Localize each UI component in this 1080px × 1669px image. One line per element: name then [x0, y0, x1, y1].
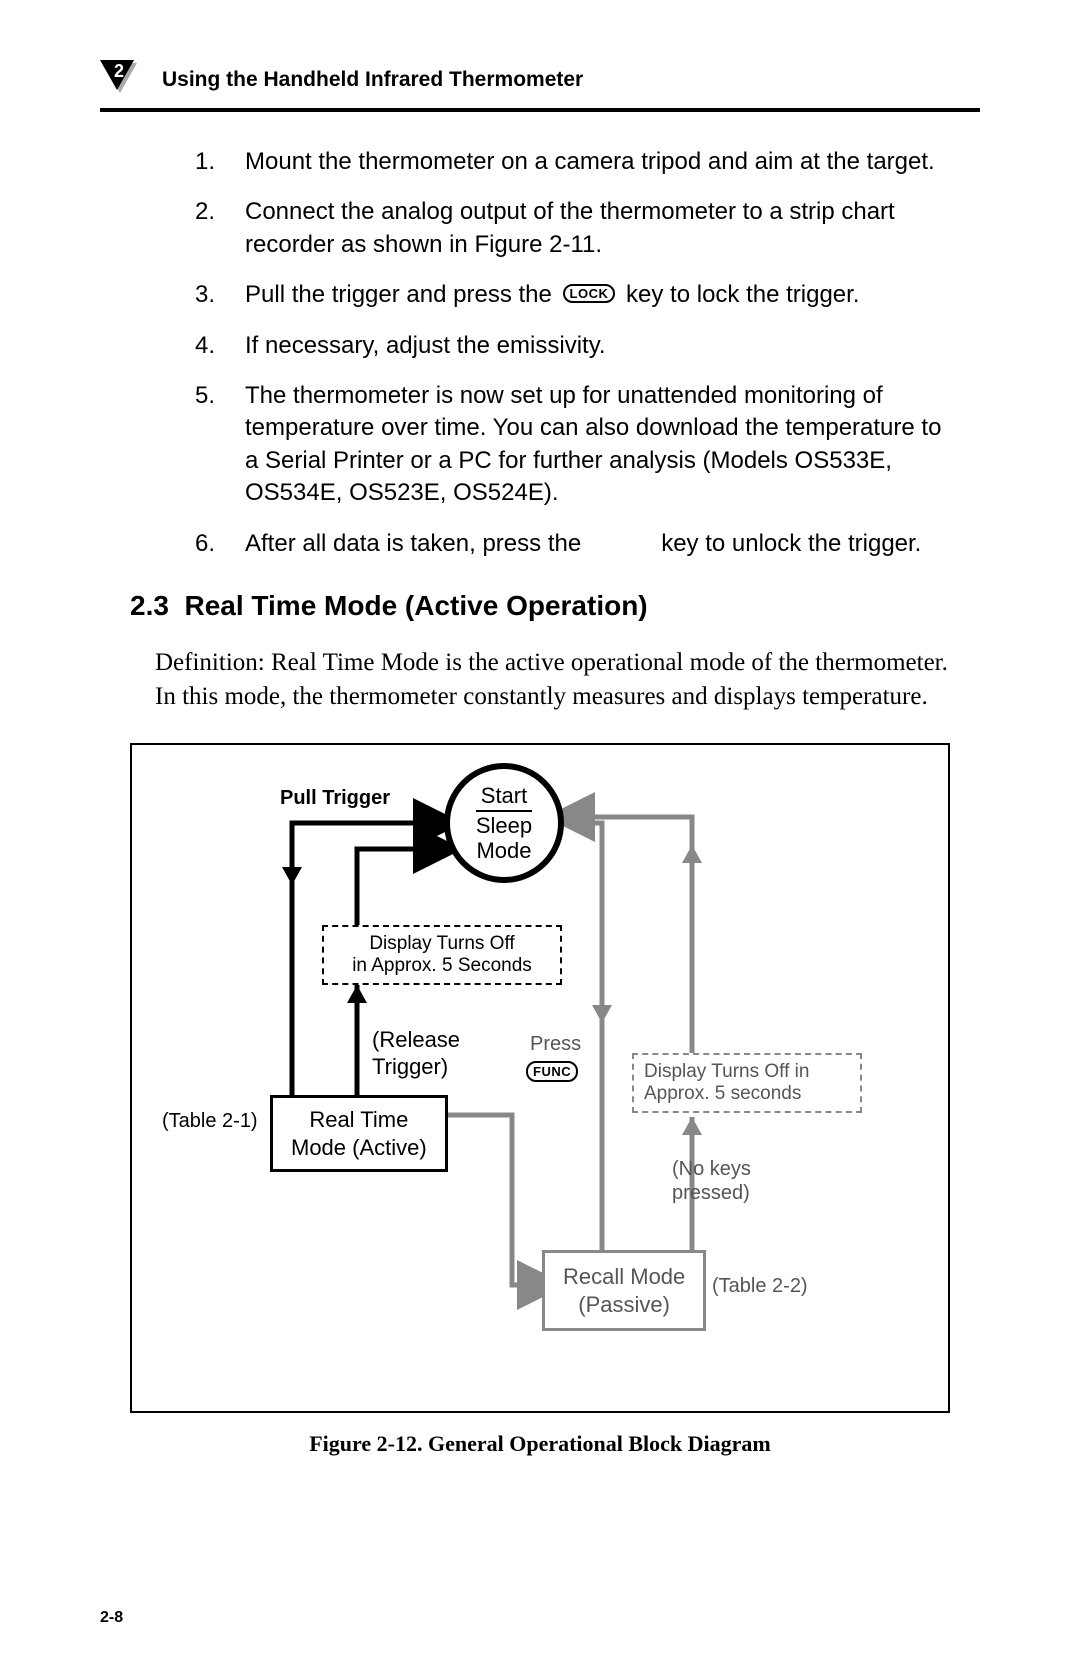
definition-paragraph: Definition: Real Time Mode is the active… — [155, 646, 950, 714]
page-header: 2 Using the Handheld Infrared Thermomete… — [100, 60, 980, 100]
dashed-box-display-off-1: Display Turns Off in Approx. 5 Seconds — [322, 925, 562, 985]
steps-list: 1. Mount the thermometer on a camera tri… — [195, 146, 960, 560]
figure-caption: Figure 2-12. General Operational Block D… — [100, 1431, 980, 1457]
chapter-title: Using the Handheld Infrared Thermometer — [162, 68, 583, 92]
label-no-keys-pressed: (No keys pressed) — [672, 1157, 751, 1205]
step-3: 3. Pull the trigger and press the LOCK k… — [195, 279, 960, 311]
func-key-icon: FUNC — [526, 1061, 578, 1082]
step-2: 2. Connect the analog output of the ther… — [195, 196, 960, 261]
label-pull-trigger: Pull Trigger — [280, 787, 390, 810]
step-6: 6. After all data is taken, press the ke… — [195, 528, 960, 560]
page-number: 2-8 — [100, 1609, 123, 1627]
real-time-mode-box: Real Time Mode (Active) — [270, 1095, 448, 1172]
step-5: 5. The thermometer is now set up for una… — [195, 380, 960, 510]
lock-key-icon: LOCK — [563, 284, 616, 303]
label-press: Press — [530, 1033, 581, 1056]
step-1: 1. Mount the thermometer on a camera tri… — [195, 146, 960, 178]
header-rule — [100, 108, 980, 112]
dashed-box-display-off-2: Display Turns Off in Approx. 5 seconds — [632, 1053, 862, 1113]
chapter-number: 2 — [114, 61, 124, 82]
step-4: 4. If necessary, adjust the emissivity. — [195, 330, 960, 362]
start-node: Start Sleep Mode — [444, 763, 564, 883]
label-table-2-2: (Table 2-2) — [712, 1275, 808, 1298]
label-release-trigger: (Release Trigger) — [372, 1027, 460, 1080]
recall-mode-box: Recall Mode (Passive) — [542, 1250, 706, 1331]
section-heading: 2.3 Real Time Mode (Active Operation) — [130, 590, 980, 622]
label-table-2-1: (Table 2-1) — [162, 1110, 258, 1133]
chapter-badge: 2 — [100, 60, 150, 100]
block-diagram: Pull Trigger Start Sleep Mode Display Tu… — [130, 743, 950, 1413]
